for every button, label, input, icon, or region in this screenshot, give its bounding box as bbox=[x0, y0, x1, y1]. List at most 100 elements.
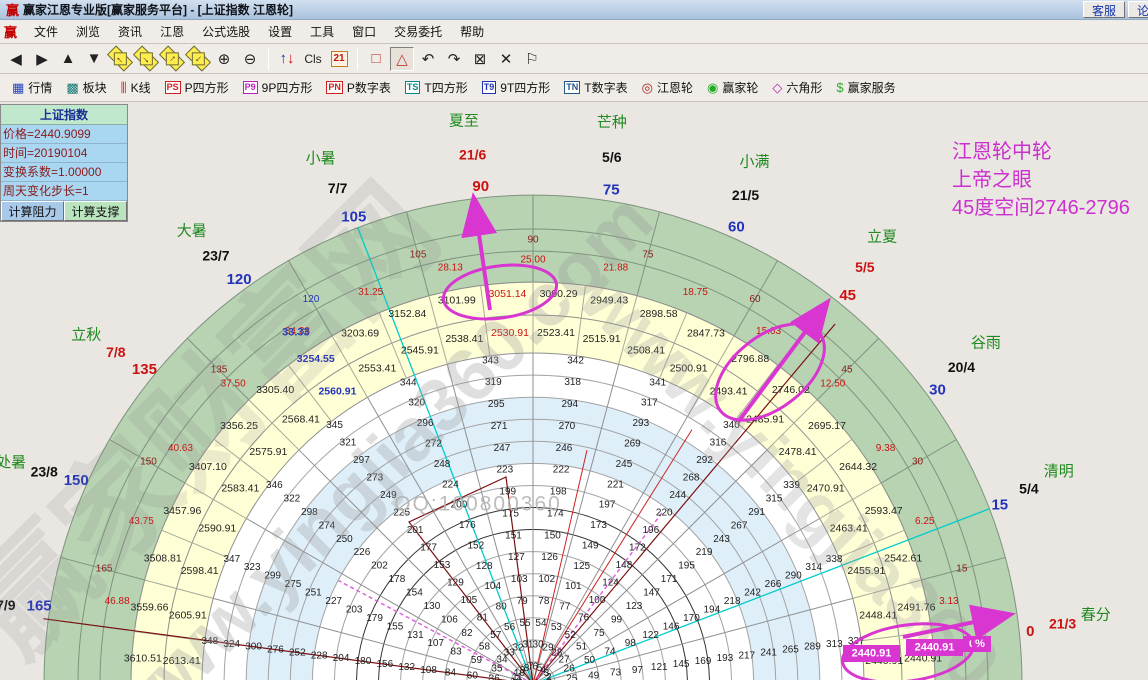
rotate-ccw-icon[interactable]: ↶ bbox=[416, 47, 440, 71]
step-down-icon[interactable]: ↓ bbox=[185, 45, 211, 71]
kline-icon: ⫼ bbox=[121, 81, 127, 94]
wheel-number: 173 bbox=[590, 520, 607, 531]
toolbar-item-P数字表[interactable]: PN P数字表 bbox=[320, 76, 397, 99]
flag-icon[interactable]: ⚐ bbox=[520, 47, 544, 71]
wheel-number: 197 bbox=[599, 500, 616, 511]
menu-item-4[interactable]: 公式选股 bbox=[193, 23, 259, 41]
bigwheel-icon: ◉ bbox=[707, 81, 718, 94]
menu-item-0[interactable]: 文件 bbox=[25, 23, 67, 41]
forward-icon[interactable]: ▶ bbox=[30, 47, 54, 71]
toolbar-item-T四方形[interactable]: TST四方形 bbox=[399, 76, 474, 99]
wheel-number: 154 bbox=[406, 588, 423, 599]
toolbar-item-9T四方形[interactable]: T99T四方形 bbox=[476, 76, 557, 99]
menu-item-1[interactable]: 浏览 bbox=[67, 23, 109, 41]
menu-item-9[interactable]: 帮助 bbox=[451, 23, 493, 41]
highlight-value: 2440.91 bbox=[852, 648, 892, 660]
degree-label: 30 bbox=[912, 457, 924, 468]
solar-date-label: 5/4 bbox=[1019, 481, 1039, 497]
rotate-cw-icon[interactable]: ↷ bbox=[442, 47, 466, 71]
wheel-number: 130 bbox=[424, 601, 441, 612]
menu-item-7[interactable]: 窗口 bbox=[343, 23, 385, 41]
up-down-arrows-icon[interactable]: ↑↓ bbox=[275, 47, 299, 71]
menu-item-6[interactable]: 工具 bbox=[301, 23, 343, 41]
zoom-out-icon[interactable]: ⊖ bbox=[238, 47, 262, 71]
wheel-number: 268 bbox=[683, 472, 700, 483]
forum-button[interactable]: 论坛 bbox=[1128, 1, 1148, 18]
toolbar-item-赢家轮[interactable]: ◉赢家轮 bbox=[701, 76, 764, 99]
menu-item-5[interactable]: 设置 bbox=[259, 23, 301, 41]
solar-term-label: 小暑 bbox=[306, 150, 336, 167]
panel-row-time: 时间=20190104 bbox=[1, 144, 127, 163]
solar-term-label: 大暑 bbox=[177, 223, 207, 240]
wheel-number: 202 bbox=[371, 561, 388, 572]
toolbar-item-label: 行情 bbox=[28, 79, 52, 96]
box-x-icon[interactable]: ⊠ bbox=[468, 47, 492, 71]
wheel-number: 318 bbox=[564, 377, 581, 388]
toolbar-item-江恩轮[interactable]: ◎江恩轮 bbox=[636, 76, 699, 99]
menu-item-3[interactable]: 江恩 bbox=[151, 23, 193, 41]
wheel-number: 149 bbox=[582, 540, 599, 551]
wheel-number: 267 bbox=[731, 520, 748, 531]
wheel-number: 126 bbox=[541, 552, 558, 563]
step-left-icon[interactable]: ← bbox=[107, 45, 133, 71]
toolbar-separator bbox=[357, 48, 358, 70]
solar-term-label: 小满 bbox=[740, 154, 770, 171]
PN-icon: PN bbox=[326, 81, 343, 94]
wheel-number: 124 bbox=[602, 577, 619, 588]
percent-label: 18.75 bbox=[683, 287, 708, 298]
wheel-number: 222 bbox=[553, 465, 570, 476]
cls-icon[interactable]: Cls bbox=[301, 47, 325, 71]
grid-icon: ▦ bbox=[12, 81, 24, 94]
wheel-number: 82 bbox=[461, 628, 473, 639]
toolbar-item-label: T数字表 bbox=[584, 79, 627, 96]
T9-icon: T9 bbox=[482, 81, 497, 94]
toolbar-item-行情[interactable]: ▦ 行情 bbox=[6, 76, 58, 99]
solar-term-label: 清明 bbox=[1044, 463, 1074, 480]
triangle-tool-icon[interactable]: △ bbox=[390, 47, 414, 71]
wheel-number: 155 bbox=[387, 621, 404, 632]
toolbar-item-T数字表[interactable]: TNT数字表 bbox=[558, 76, 633, 99]
solar-date-label: 21/6 bbox=[459, 146, 486, 162]
zoom-in-icon[interactable]: ⊕ bbox=[212, 47, 236, 71]
wheel-number: 102 bbox=[538, 574, 555, 585]
index-info-panel: 上证指数 价格=2440.9099时间=20190104变换系数=1.00000… bbox=[0, 104, 128, 222]
wheel-number: 12 bbox=[511, 676, 523, 680]
wheel-number: 131 bbox=[407, 630, 424, 641]
down-icon[interactable]: ▼ bbox=[82, 47, 106, 71]
toolbar-item-label: P数字表 bbox=[347, 79, 391, 96]
back-icon[interactable]: ◀ bbox=[4, 47, 28, 71]
window-title: 赢家江恩专业版[赢家服务平台] - [上证指数 江恩轮] bbox=[23, 1, 1083, 18]
main-toolbar: ◀▶▲▼←→↑↓⊕⊖↑↓Cls21□△↶↷⊠✕⚐ bbox=[0, 44, 1148, 74]
toolbar-item-K线[interactable]: ⫼K线 bbox=[115, 76, 157, 99]
TS-icon: TS bbox=[405, 81, 421, 94]
wheel-number: 56 bbox=[504, 622, 516, 633]
dollar-icon: $ bbox=[836, 81, 843, 94]
degree-label: 15 bbox=[956, 564, 968, 575]
wheel-number: 54 bbox=[535, 618, 547, 629]
step-right-icon[interactable]: → bbox=[133, 45, 159, 71]
calc-resistance-button[interactable]: 计算阻力 bbox=[1, 201, 64, 221]
toolbar-item-赢家服务[interactable]: $赢家服务 bbox=[830, 76, 901, 99]
menu-item-8[interactable]: 交易委托 bbox=[385, 23, 451, 41]
scale-icon[interactable]: ✕ bbox=[494, 47, 518, 71]
hex-icon: ◇ bbox=[772, 81, 782, 94]
customer-service-button[interactable]: 客服 bbox=[1083, 1, 1125, 18]
wheel-number: 151 bbox=[505, 530, 522, 541]
rect-tool-icon[interactable]: □ bbox=[364, 47, 388, 71]
wheel-number: 156 bbox=[377, 659, 394, 670]
wheel-number: 123 bbox=[626, 601, 643, 612]
toolbar-item-9P四方形[interactable]: P99P四方形 bbox=[237, 76, 319, 99]
title-bar: 赢 赢家江恩专业版[赢家服务平台] - [上证指数 江恩轮] 客服 论坛 bbox=[0, 0, 1148, 20]
gann-annotation-text: 江恩轮中轮上帝之眼45度空间2746-2796 bbox=[952, 138, 1130, 222]
up-icon[interactable]: ▲ bbox=[56, 47, 80, 71]
toolbar-item-六角形[interactable]: ◇六角形 bbox=[766, 76, 828, 99]
toolbar-item-板块[interactable]: ▩板块 bbox=[60, 76, 112, 99]
wheel-number: 49 bbox=[588, 671, 600, 680]
wheel-number: 52 bbox=[565, 630, 577, 641]
calendar-icon[interactable]: 21 bbox=[327, 47, 351, 71]
step-up-icon[interactable]: ↑ bbox=[159, 45, 185, 71]
calc-support-button[interactable]: 计算支撑 bbox=[64, 201, 127, 221]
toolbar-item-P四方形[interactable]: PSP四方形 bbox=[159, 76, 235, 99]
degree-label: 90 bbox=[527, 235, 539, 246]
menu-item-2[interactable]: 资讯 bbox=[109, 23, 151, 41]
